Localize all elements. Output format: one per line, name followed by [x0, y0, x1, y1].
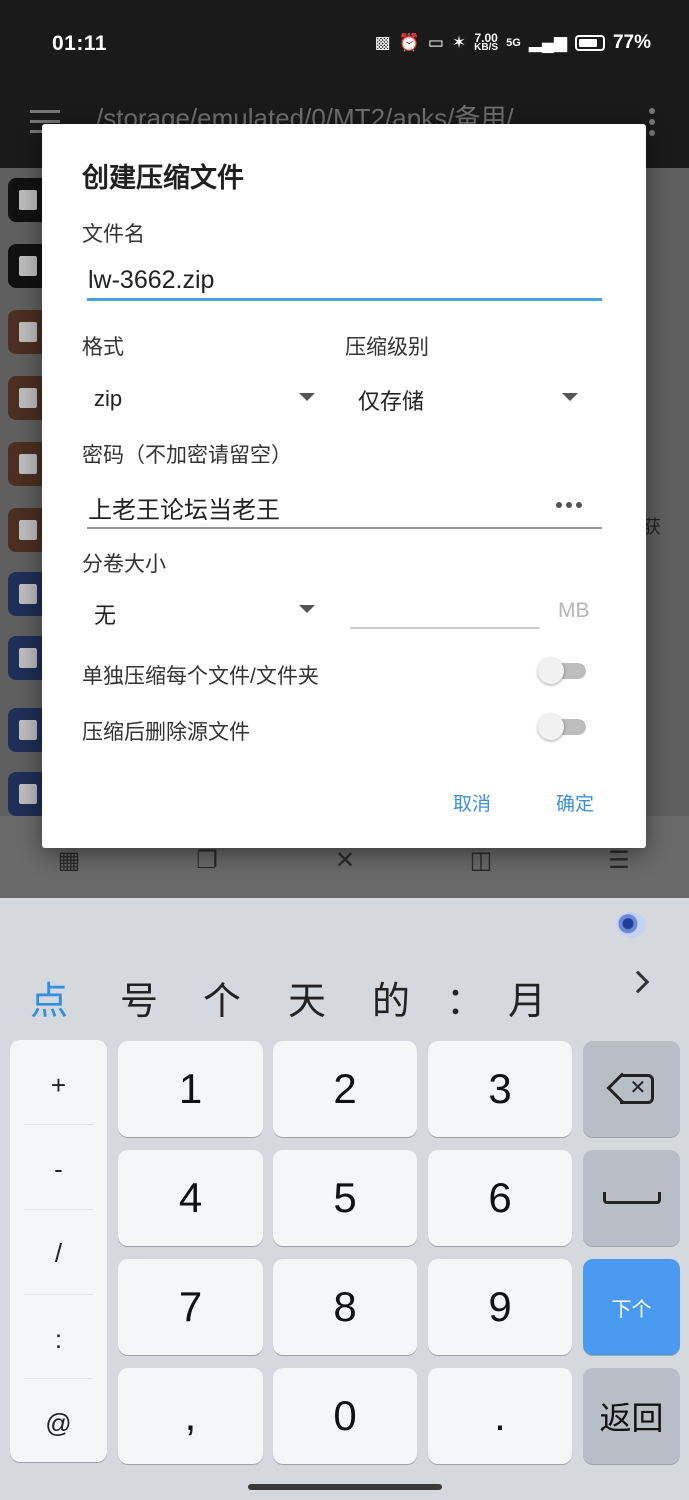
compress-each-label: 单独压缩每个文件/文件夹 [82, 665, 319, 688]
cancel-button[interactable]: 取消 [453, 789, 491, 816]
return-key[interactable]: 返回 [583, 1368, 680, 1464]
candidate-word[interactable]: 号 [120, 970, 158, 1025]
signal-icon: ▂▄▆ [528, 33, 567, 52]
key-9[interactable]: 9 [428, 1259, 572, 1355]
keyboard-logo-icon[interactable] [616, 912, 646, 938]
filename-input[interactable]: lw-3662.zip [88, 266, 214, 295]
key-4[interactable]: 4 [118, 1150, 263, 1246]
dialog-title: 创建压缩文件 [82, 163, 244, 193]
symbol-key[interactable]: - [10, 1154, 107, 1185]
password-label: 密码（不加密请留空） [82, 444, 292, 467]
create-archive-dialog: 创建压缩文件 文件名 lw-3662.zip 格式 zip 压缩级别 仅存储 密… [42, 124, 646, 848]
next-key[interactable]: 下个 [583, 1259, 680, 1355]
candidate-word[interactable]: 天 [288, 970, 326, 1025]
level-dropdown-icon[interactable] [562, 393, 578, 401]
battery-icon [574, 35, 605, 51]
comma-key[interactable]: , [118, 1368, 263, 1464]
space-icon [602, 1192, 661, 1204]
split-size-unit: MB [558, 599, 590, 622]
copy-icon[interactable]: ❐ [192, 848, 222, 874]
backspace-icon: ✕ [605, 1072, 654, 1104]
password-visibility-icon[interactable] [556, 502, 582, 508]
select-all-icon[interactable]: ▦ [54, 848, 84, 874]
symbol-key[interactable]: : [10, 1324, 107, 1355]
battery-percent: 77% [612, 32, 651, 53]
symbol-column: + - / : @ [10, 1040, 107, 1462]
close-icon[interactable]: ✕ [330, 848, 360, 874]
password-underline [87, 527, 602, 529]
net-speed: 7.00 KB/S [474, 32, 499, 53]
delete-source-label: 压缩后删除源文件 [82, 721, 250, 744]
key-2[interactable]: 2 [273, 1041, 417, 1137]
key-5[interactable]: 5 [273, 1150, 417, 1246]
delete-source-toggle[interactable] [538, 714, 586, 740]
symbol-key[interactable]: / [10, 1238, 107, 1269]
split-size-label: 分卷大小 [82, 553, 166, 576]
bluetooth-icon: ✶ [451, 33, 467, 52]
key-8[interactable]: 8 [273, 1259, 417, 1355]
key-0[interactable]: 0 [273, 1368, 417, 1464]
split-size-input[interactable] [350, 627, 540, 629]
key-6[interactable]: 6 [428, 1150, 572, 1246]
more-options-icon[interactable] [649, 108, 655, 141]
expand-candidates-icon[interactable] [626, 970, 650, 994]
filename-underline [87, 298, 602, 301]
format-label: 格式 [82, 336, 124, 359]
vibrate-icon: ▭ [427, 33, 444, 52]
candidate-word[interactable]: ： [446, 970, 484, 1025]
candidate-word[interactable]: 个 [203, 970, 241, 1025]
split-dropdown-icon[interactable] [299, 605, 315, 613]
compression-level-label: 压缩级别 [345, 336, 429, 359]
key-7[interactable]: 7 [118, 1259, 263, 1355]
net-speed-unit: KB/S [474, 42, 499, 53]
status-bar: 01:11 ▩ ⏰ ▭ ✶ 7.00 KB/S 5G ▂▄▆ 77% [0, 0, 689, 88]
format-dropdown-icon[interactable] [299, 393, 315, 401]
candidate-word[interactable]: 点 [30, 970, 68, 1025]
key-1[interactable]: 1 [118, 1041, 263, 1137]
ok-button[interactable]: 确定 [556, 789, 594, 816]
compare-icon[interactable]: ◫ [466, 848, 496, 874]
network-type: 5G [506, 37, 521, 49]
symbol-key[interactable]: @ [10, 1408, 107, 1439]
filename-label: 文件名 [82, 223, 145, 246]
symbol-key[interactable]: + [10, 1070, 107, 1101]
backspace-key[interactable]: ✕ [583, 1041, 680, 1137]
compress-each-toggle[interactable] [538, 658, 586, 684]
candidate-word[interactable]: 的 [372, 970, 410, 1025]
compression-level-select[interactable]: 仅存储 [358, 384, 424, 416]
key-3[interactable]: 3 [428, 1041, 572, 1137]
split-size-select[interactable]: 无 [94, 598, 116, 630]
alarm-icon: ⏰ [398, 33, 420, 52]
format-select[interactable]: zip [94, 386, 122, 412]
space-key[interactable] [583, 1150, 680, 1246]
nfc-icon: ▩ [374, 33, 391, 52]
password-input[interactable]: 上老王论坛当老王 [88, 490, 280, 525]
period-key[interactable]: . [428, 1368, 572, 1464]
keyboard: 点 号 个 天 的 ： 月 + - / : @ 1 2 3 ✕ 4 5 6 7 … [0, 898, 689, 1500]
candidate-word[interactable]: 月 [508, 970, 546, 1025]
status-icons: ▩ ⏰ ▭ ✶ 7.00 KB/S 5G ▂▄▆ 77% [375, 32, 651, 54]
status-time: 01:11 [52, 32, 108, 55]
list-icon[interactable]: ☰ [604, 848, 634, 874]
home-indicator[interactable] [248, 1484, 442, 1490]
